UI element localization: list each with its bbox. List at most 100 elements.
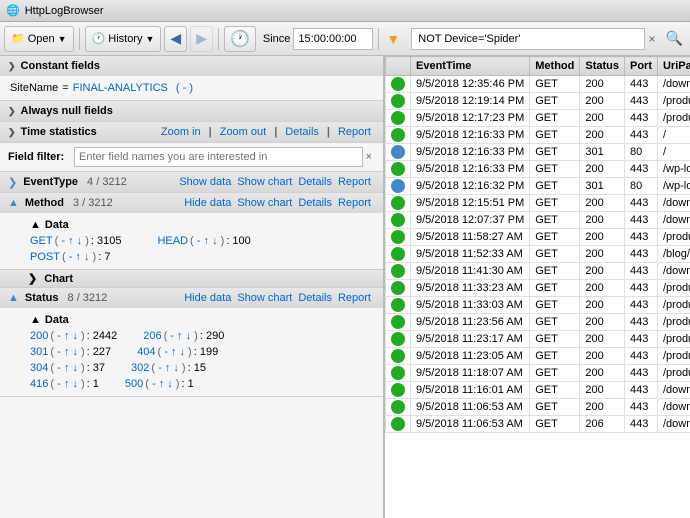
s200-u[interactable]: ↑	[64, 330, 70, 342]
s416-m[interactable]: -	[57, 378, 61, 390]
table-row[interactable]: 9/5/2018 11:06:53 AMGET200443/down	[386, 399, 690, 416]
status-416-link[interactable]: 416	[30, 378, 48, 390]
s302-d[interactable]: ↓	[173, 362, 179, 374]
get-down[interactable]: ↓	[77, 235, 83, 247]
status-hide-data[interactable]: Hide data	[184, 292, 231, 304]
method-head-link[interactable]: HEAD	[157, 235, 188, 247]
table-row[interactable]: 9/5/2018 11:33:03 AMGET200443/produ	[386, 297, 690, 314]
table-row[interactable]: 9/5/2018 11:52:33 AMGET200443/blog/m	[386, 246, 690, 263]
eventtype-report[interactable]: Report	[338, 176, 371, 188]
s500-d[interactable]: ↓	[167, 378, 173, 390]
status-200-link[interactable]: 200	[30, 330, 48, 342]
status-304-link[interactable]: 304	[30, 362, 48, 374]
eventtype-details[interactable]: Details	[298, 176, 332, 188]
s404-d[interactable]: ↓	[179, 346, 185, 358]
filter-clear-button[interactable]: ×	[645, 32, 660, 46]
table-row[interactable]: 9/5/2018 11:23:17 AMGET200443/produ	[386, 331, 690, 348]
get-minus[interactable]: -	[61, 235, 65, 247]
zoom-out-link[interactable]: Zoom out	[220, 126, 266, 138]
head-up[interactable]: ↑	[204, 235, 210, 247]
eventtype-header[interactable]: ❯ EventType 4 / 3212 Show data Show char…	[0, 172, 383, 192]
method-post-link[interactable]: POST	[30, 251, 60, 263]
get-up[interactable]: ↑	[68, 235, 74, 247]
status-details[interactable]: Details	[298, 292, 332, 304]
eventtype-show-chart[interactable]: Show chart	[237, 176, 292, 188]
method-show-chart[interactable]: Show chart	[237, 197, 292, 209]
status-show-chart[interactable]: Show chart	[237, 292, 292, 304]
post-down[interactable]: ↓	[84, 251, 90, 263]
history-button[interactable]: 🕐 History ▼	[85, 26, 162, 52]
post-up[interactable]: ↑	[75, 251, 81, 263]
method-details[interactable]: Details	[298, 197, 332, 209]
table-row[interactable]: 9/5/2018 12:15:51 PMGET200443/down	[386, 195, 690, 212]
table-row[interactable]: 9/5/2018 11:23:05 AMGET200443/produ	[386, 348, 690, 365]
s206-u[interactable]: ↑	[177, 330, 183, 342]
table-row[interactable]: 9/5/2018 11:06:53 AMGET206443/down	[386, 416, 690, 433]
status-report[interactable]: Report	[338, 292, 371, 304]
table-row[interactable]: 9/5/2018 11:16:01 AMGET200443/down	[386, 382, 690, 399]
s404-u[interactable]: ↑	[171, 346, 177, 358]
open-button[interactable]: 📁 Open ▼	[4, 26, 74, 52]
s301-d[interactable]: ↓	[72, 346, 78, 358]
col-eventtime[interactable]: EventTime	[411, 57, 530, 76]
table-row[interactable]: 9/5/2018 12:35:46 PMGET200443/down	[386, 76, 690, 93]
s404-m[interactable]: -	[164, 346, 168, 358]
eventtype-show-data[interactable]: Show data	[179, 176, 231, 188]
method-chart-toggle[interactable]: ❯ Chart	[0, 269, 383, 287]
time-stats-header[interactable]: ❯ Time statistics Zoom in | Zoom out | D…	[0, 122, 383, 142]
constant-fields-header[interactable]: ❯ Constant fields	[0, 56, 383, 76]
method-hide-data[interactable]: Hide data	[184, 197, 231, 209]
col-uripath[interactable]: UriPath	[657, 57, 690, 76]
table-row[interactable]: 9/5/2018 12:16:33 PMGET200443/	[386, 127, 690, 144]
table-row[interactable]: 9/5/2018 12:07:37 PMGET200443/down	[386, 212, 690, 229]
s302-u[interactable]: ↑	[165, 362, 171, 374]
method-get-link[interactable]: GET	[30, 235, 53, 247]
field-filter-input[interactable]	[74, 147, 363, 167]
field-filter-clear[interactable]: ×	[363, 151, 375, 163]
col-port[interactable]: Port	[624, 57, 657, 76]
s200-m[interactable]: -	[57, 330, 61, 342]
site-name-dash[interactable]: ( - )	[176, 82, 193, 94]
s200-d[interactable]: ↓	[72, 330, 78, 342]
time-details-link[interactable]: Details	[285, 126, 319, 138]
status-404-link[interactable]: 404	[137, 346, 155, 358]
table-row[interactable]: 9/5/2018 12:16:33 PMGET200443/wp-lo	[386, 161, 690, 178]
status-500-link[interactable]: 500	[125, 378, 143, 390]
s302-m[interactable]: -	[158, 362, 162, 374]
post-minus[interactable]: -	[69, 251, 73, 263]
s304-u[interactable]: ↑	[64, 362, 70, 374]
status-301-link[interactable]: 301	[30, 346, 48, 358]
site-name-value[interactable]: FINAL-ANALYTICS	[73, 82, 168, 94]
table-row[interactable]: 9/5/2018 11:58:27 AMGET200443/produ	[386, 229, 690, 246]
col-method[interactable]: Method	[530, 57, 580, 76]
table-row[interactable]: 9/5/2018 12:17:23 PMGET200443/produ	[386, 110, 690, 127]
time-report-link[interactable]: Report	[338, 126, 371, 138]
s500-u[interactable]: ↑	[159, 378, 165, 390]
clock-button[interactable]: 🕐	[224, 26, 256, 52]
back-button[interactable]: ◀	[164, 26, 187, 52]
since-input[interactable]	[293, 28, 373, 50]
head-down[interactable]: ↓	[212, 235, 218, 247]
search-button[interactable]: 🔍	[663, 30, 686, 47]
table-row[interactable]: 9/5/2018 11:23:56 AMGET200443/produ	[386, 314, 690, 331]
table-row[interactable]: 9/5/2018 12:19:14 PMGET200443/produ	[386, 93, 690, 110]
s500-m[interactable]: -	[152, 378, 156, 390]
s206-m[interactable]: -	[170, 330, 174, 342]
s416-u[interactable]: ↑	[64, 378, 70, 390]
table-row[interactable]: 9/5/2018 12:16:33 PMGET30180/	[386, 144, 690, 161]
s304-m[interactable]: -	[57, 362, 61, 374]
table-row[interactable]: 9/5/2018 11:41:30 AMGET200443/down	[386, 263, 690, 280]
s301-u[interactable]: ↑	[64, 346, 70, 358]
filter-input[interactable]	[411, 28, 644, 50]
head-minus[interactable]: -	[197, 235, 201, 247]
s304-d[interactable]: ↓	[72, 362, 78, 374]
forward-button[interactable]: ▶	[190, 26, 213, 52]
method-header[interactable]: ▲ Method 3 / 3212 Hide data Show chart D…	[0, 193, 383, 213]
table-row[interactable]: 9/5/2018 11:33:23 AMGET200443/produ	[386, 280, 690, 297]
always-null-header[interactable]: ❯ Always null fields	[0, 101, 383, 121]
col-status[interactable]: Status	[580, 57, 625, 76]
s416-d[interactable]: ↓	[72, 378, 78, 390]
status-header[interactable]: ▲ Status 8 / 3212 Hide data Show chart D…	[0, 288, 383, 308]
zoom-in-link[interactable]: Zoom in	[161, 126, 201, 138]
method-report[interactable]: Report	[338, 197, 371, 209]
